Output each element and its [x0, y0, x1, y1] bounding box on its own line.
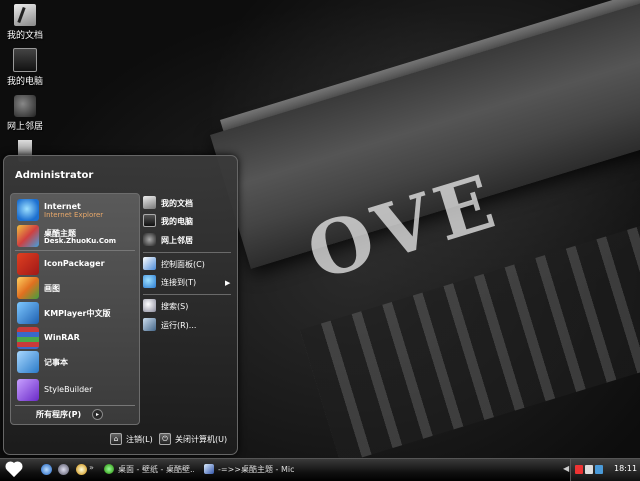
- program-stylebuilder[interactable]: StyleBuilder: [15, 379, 135, 403]
- taskbar-button[interactable]: 桌面 - 壁纸 - 桌酷壁...: [101, 461, 195, 478]
- program-name: StyleBuilder: [44, 385, 93, 394]
- iconpackager-icon: [17, 253, 39, 275]
- media-player-icon[interactable]: [76, 464, 87, 475]
- menu-item-label: 我的电脑: [161, 217, 193, 226]
- desktop-icon-my-computer[interactable]: 我的电脑: [0, 48, 50, 87]
- network-places-icon: [143, 233, 156, 246]
- my-computer-icon: [143, 214, 156, 227]
- program-iconpackager[interactable]: IconPackager: [15, 253, 135, 277]
- menu-item-label: 运行(R)...: [161, 321, 197, 330]
- tray-app-icon[interactable]: [575, 465, 583, 474]
- control-panel-icon: [143, 257, 156, 270]
- start-menu-programs-panel: Internet Internet Explorer 桌酷主题 Desk.Zhu…: [10, 193, 140, 425]
- divider: [143, 294, 231, 295]
- logoff-icon: ⌂: [110, 433, 122, 445]
- divider: [15, 405, 135, 406]
- my-documents-icon: [14, 4, 36, 26]
- divider: [143, 252, 231, 253]
- menu-item-run[interactable]: 运行(R)...: [143, 317, 233, 335]
- menu-item-connect-to[interactable]: 连接到(T): [143, 274, 233, 292]
- menu-item-my-computer[interactable]: 我的电脑: [143, 213, 233, 231]
- browser-icon[interactable]: [58, 464, 69, 475]
- desktop-icon-label: 我的电脑: [6, 77, 43, 87]
- menu-item-control-panel[interactable]: 控制面板(C): [143, 256, 233, 274]
- program-name: IconPackager: [44, 259, 105, 268]
- desktop: OVE 我的文档 我的电脑 网上邻居 Administrator Interne…: [0, 0, 640, 458]
- menu-item-my-documents[interactable]: 我的文档: [143, 195, 233, 213]
- program-internet[interactable]: Internet Internet Explorer: [15, 199, 135, 223]
- start-button[interactable]: [5, 461, 29, 479]
- desktop-icon-label: 我的文档: [6, 31, 43, 41]
- document-icon: [204, 464, 214, 474]
- program-kmplayer[interactable]: KMPlayer中文版: [15, 302, 135, 326]
- taskbar-button-label: 桌面 - 壁纸 - 桌酷壁...: [118, 465, 194, 474]
- all-programs-button[interactable]: 所有程序(P): [36, 409, 81, 420]
- program-subtitle: Desk.ZhuoKu.Com: [44, 237, 117, 245]
- program-name: KMPlayer中文版: [44, 309, 111, 318]
- power-icon: ⏻: [159, 433, 171, 445]
- logoff-label: 注销(L): [126, 435, 153, 444]
- system-tray: ◀ 18:11: [563, 459, 640, 481]
- menu-item-label: 搜索(S): [161, 302, 189, 311]
- program-name: Internet: [44, 202, 81, 211]
- taskbar: » 桌面 - 壁纸 - 桌酷壁... -=>>桌酷主题 - Mic... ◀ 1…: [0, 458, 640, 481]
- paint-icon: [17, 277, 39, 299]
- internet-explorer-icon[interactable]: [41, 464, 52, 475]
- connect-to-icon: [143, 275, 156, 288]
- program-zhuoku-theme[interactable]: 桌酷主题 Desk.ZhuoKu.Com: [15, 225, 135, 249]
- desktop-icon-network-places[interactable]: 网上邻居: [0, 95, 50, 132]
- search-icon: [143, 299, 156, 312]
- winrar-icon: [17, 327, 39, 349]
- menu-item-label: 网上邻居: [161, 236, 193, 245]
- shutdown-label: 关闭计算机(U): [175, 435, 228, 444]
- taskbar-button[interactable]: -=>>桌酷主题 - Mic...: [201, 461, 295, 478]
- menu-item-label: 控制面板(C): [161, 260, 205, 269]
- kmplayer-icon: [17, 302, 39, 324]
- my-computer-icon: [13, 48, 37, 72]
- desktop-icon-label: 网上邻居: [6, 122, 43, 132]
- tray-network-icon[interactable]: [595, 465, 603, 474]
- chevron-right-icon[interactable]: »: [89, 463, 94, 472]
- stylebuilder-icon: [17, 379, 39, 401]
- program-notepad[interactable]: 记事本: [15, 351, 135, 375]
- internet-explorer-icon: [17, 199, 39, 221]
- my-documents-icon: [143, 196, 156, 209]
- divider: [15, 250, 135, 251]
- browser-icon: [104, 464, 114, 474]
- run-icon: [143, 318, 156, 331]
- program-name: 画图: [44, 284, 60, 293]
- chevron-left-icon[interactable]: ◀: [563, 464, 569, 473]
- program-paint[interactable]: 画图: [15, 277, 135, 301]
- program-winrar[interactable]: WinRAR: [15, 327, 135, 351]
- menu-item-network[interactable]: 网上邻居: [143, 232, 233, 250]
- logoff-button[interactable]: ⌂ 注销(L): [110, 433, 160, 447]
- submenu-arrow-icon: ▶: [225, 279, 231, 287]
- shutdown-button[interactable]: ⏻ 关闭计算机(U): [159, 433, 231, 447]
- program-name: 记事本: [44, 358, 68, 367]
- notepad-icon: [17, 351, 39, 373]
- arrow-right-icon: ▸: [92, 409, 103, 420]
- user-name: Administrator: [15, 170, 94, 181]
- menu-item-search[interactable]: 搜索(S): [143, 298, 233, 316]
- program-subtitle: Internet Explorer: [44, 211, 104, 219]
- heart-icon: [6, 462, 22, 478]
- clock[interactable]: 18:11: [614, 464, 637, 473]
- program-name: WinRAR: [44, 333, 80, 342]
- menu-item-label: 我的文档: [161, 199, 193, 208]
- menu-item-label: 连接到(T): [161, 278, 197, 287]
- tray-app-icon[interactable]: [585, 465, 593, 474]
- taskbar-button-label: -=>>桌酷主题 - Mic...: [218, 465, 294, 474]
- network-places-icon: [14, 95, 36, 117]
- zhuoku-theme-icon: [17, 225, 39, 247]
- desktop-icon-my-documents[interactable]: 我的文档: [0, 4, 50, 41]
- start-menu: Administrator Internet Internet Explorer…: [3, 155, 238, 455]
